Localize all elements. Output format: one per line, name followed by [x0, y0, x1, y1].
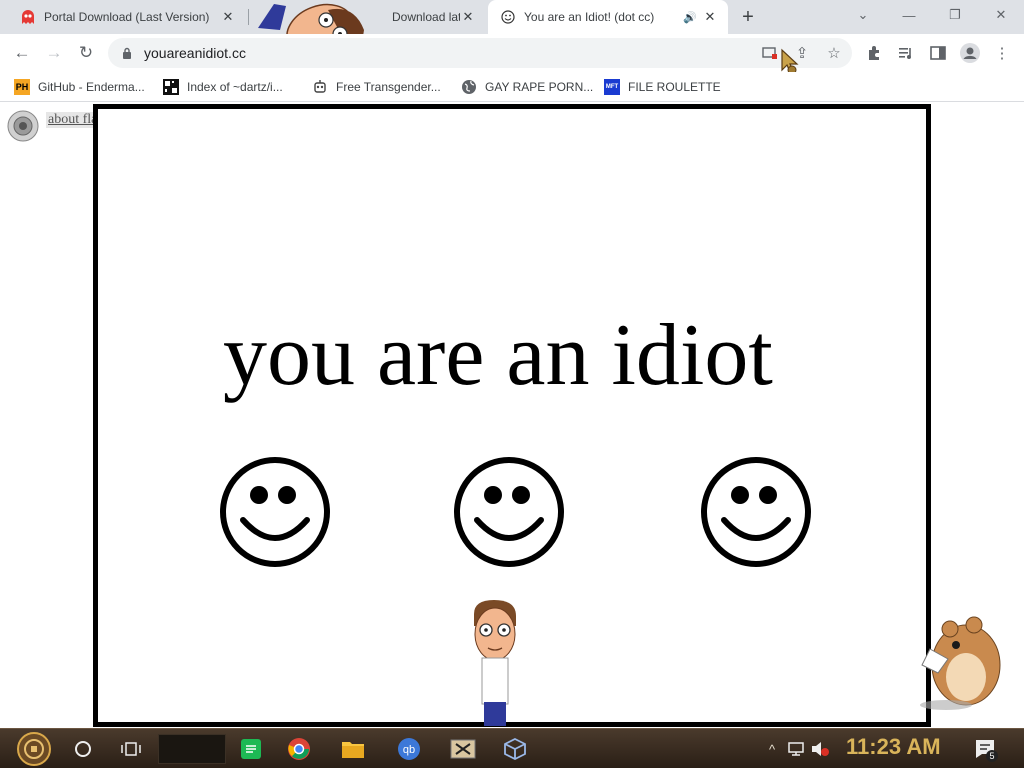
- menu-kebab-icon[interactable]: ⋮: [990, 41, 1014, 65]
- tab-title: Portal Download (Last Version): [44, 10, 210, 24]
- bookmark-label: GitHub - Enderma...: [38, 80, 145, 94]
- bookmark-index-dartz[interactable]: Index of ~dartz/i...: [163, 77, 283, 97]
- volume-muted-icon[interactable]: [808, 734, 832, 764]
- taskbar-search-box[interactable]: [158, 734, 226, 764]
- task-view-icon[interactable]: [116, 734, 146, 764]
- close-tab-icon[interactable]: ✕: [220, 9, 236, 25]
- bookmark-github-enderman[interactable]: PH GitHub - Enderma...: [14, 77, 145, 97]
- side-panel-icon[interactable]: [926, 41, 950, 65]
- bookmark-label: Index of ~dartz/i...: [187, 80, 283, 94]
- profile-avatar-icon[interactable]: [958, 41, 982, 65]
- browser-toolbar: ← → ↻ youareanidiot.cc ⇪ ☆ ⋮: [0, 34, 1024, 75]
- robot-icon: [312, 79, 328, 95]
- cortana-search-icon[interactable]: [68, 734, 98, 764]
- mft-icon: MFT: [604, 79, 620, 95]
- smiley-face-left: [220, 457, 330, 567]
- taskbar-clock[interactable]: 11:23 AM: [846, 734, 941, 760]
- url-text[interactable]: youareanidiot.cc: [144, 45, 246, 61]
- extensions-icon[interactable]: [862, 41, 886, 65]
- virtualbox-icon[interactable]: [500, 734, 530, 764]
- xenia-icon[interactable]: [448, 734, 478, 764]
- bookmarks-bar: PH GitHub - Enderma... Index of ~dartz/i…: [0, 72, 1024, 102]
- hank-hill-standing-sprite: [474, 600, 516, 726]
- address-bar[interactable]: youareanidiot.cc: [108, 38, 852, 68]
- smiley-face-center: [454, 457, 564, 567]
- reload-button[interactable]: ↻: [72, 39, 100, 67]
- speaker-icon[interactable]: [6, 109, 40, 143]
- tab-you-are-an-idiot[interactable]: You are an Idiot! (dot cc) 🔊 ✕: [488, 0, 728, 34]
- start-button[interactable]: [16, 731, 52, 767]
- bookmark-free-transgender[interactable]: Free Transgender...: [312, 77, 441, 97]
- close-window-button[interactable]: ✕: [978, 0, 1024, 30]
- ghost-icon: [20, 9, 36, 25]
- tab-separator: [248, 9, 249, 25]
- bookmark-star-icon[interactable]: ☆: [822, 41, 846, 65]
- minimize-button[interactable]: —: [886, 0, 932, 30]
- notification-count-badge: 5: [986, 750, 998, 762]
- smiley-icon: [500, 9, 516, 25]
- headline-text: you are an idiot: [223, 307, 773, 404]
- chrome-icon[interactable]: [284, 734, 314, 764]
- new-tab-button[interactable]: +: [736, 5, 760, 29]
- smiley-face-right: [701, 457, 811, 567]
- lock-icon[interactable]: [120, 47, 134, 59]
- tray-overflow-icon[interactable]: ^: [764, 734, 780, 764]
- bookmark-label: GAY RAPE PORN...: [485, 80, 594, 94]
- grid-icon: [163, 79, 179, 95]
- globe-icon: [461, 79, 477, 95]
- restore-button[interactable]: ❐: [932, 0, 978, 30]
- tab-search-button[interactable]: ⌄: [840, 0, 886, 30]
- tab-portal-download[interactable]: Portal Download (Last Version) ✕: [8, 0, 246, 34]
- media-control-icon[interactable]: [894, 41, 918, 65]
- tab-strip: Portal Download (Last Version) ✕ Downloa…: [0, 0, 1024, 57]
- bookmark-file-roulette[interactable]: MFT FILE ROULETTE: [604, 77, 721, 97]
- windows-taskbar: qb ^ 11:23 AM 5: [0, 728, 1024, 768]
- ph-icon: PH: [14, 79, 30, 95]
- page-content: about flash you are an idiot: [0, 103, 1024, 728]
- dancing-hamster-sprite: [920, 616, 1001, 710]
- spotify-icon[interactable]: [236, 734, 266, 764]
- bookmark-label: FILE ROULETTE: [628, 80, 721, 94]
- qbittorrent-icon[interactable]: qb: [394, 734, 424, 764]
- audio-playing-icon[interactable]: 🔊: [682, 9, 698, 25]
- close-tab-icon[interactable]: ✕: [702, 9, 718, 25]
- network-icon[interactable]: [784, 734, 808, 764]
- forward-button[interactable]: →: [40, 39, 68, 67]
- notification-center-icon[interactable]: 5: [970, 734, 1000, 764]
- tab-title: You are an Idiot! (dot cc): [524, 10, 655, 24]
- svg-text:qb: qb: [403, 744, 415, 756]
- file-explorer-icon[interactable]: [338, 734, 368, 764]
- bookmark-label: Free Transgender...: [336, 80, 441, 94]
- close-tab-icon[interactable]: ✕: [460, 9, 476, 25]
- back-button[interactable]: ←: [8, 39, 36, 67]
- bookmark-gay-rape-porn[interactable]: GAY RAPE PORN...: [461, 77, 593, 97]
